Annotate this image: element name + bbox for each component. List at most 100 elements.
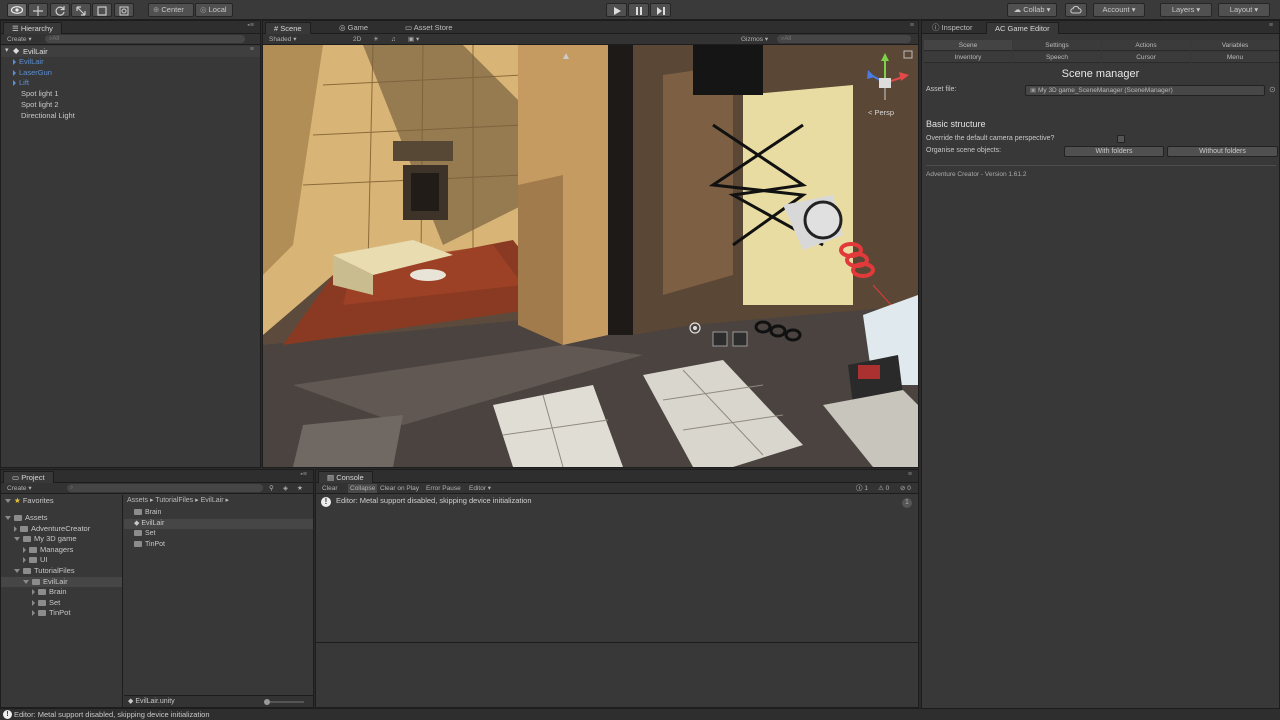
ac-nav-scene-tab[interactable]: Scene bbox=[924, 40, 1012, 51]
favorites-row[interactable]: ★ Favorites bbox=[1, 496, 122, 506]
project-tree-item[interactable]: TinPot bbox=[1, 608, 122, 618]
project-file-item[interactable]: TinPot bbox=[124, 540, 313, 550]
project-search-input[interactable]: ⌕ bbox=[67, 484, 263, 492]
gizmos-dropdown[interactable]: Gizmos ▾ bbox=[741, 35, 768, 44]
rotate-tool-button[interactable] bbox=[50, 3, 70, 17]
hierarchy-item[interactable]: Lift bbox=[1, 78, 260, 88]
breadcrumb-item[interactable]: EvilLair bbox=[201, 497, 224, 504]
error-count-toggle[interactable]: ⊘ 0 bbox=[900, 484, 911, 493]
ac-nav-variables-tab[interactable]: Variables bbox=[1191, 40, 1279, 51]
filter-type-icon[interactable]: ⚲ bbox=[269, 484, 274, 493]
project-tree-item[interactable]: Brain bbox=[1, 587, 122, 597]
effects-dropdown-icon[interactable]: ▣ ▾ bbox=[408, 35, 419, 44]
hierarchy-search-input[interactable]: ⌕All bbox=[45, 35, 245, 43]
icon-size-slider[interactable] bbox=[264, 699, 304, 705]
panel-menu-icon[interactable]: ≡ bbox=[908, 471, 912, 478]
tab-console[interactable]: ▤ Console bbox=[318, 471, 373, 483]
view-tool-button[interactable] bbox=[7, 3, 27, 17]
hierarchy-item[interactable]: LaserGun bbox=[1, 68, 260, 78]
ac-nav-actions-tab[interactable]: Actions bbox=[1102, 40, 1190, 51]
slider-knob[interactable] bbox=[264, 699, 270, 705]
hierarchy-scene-row[interactable]: ▾ ◆ EvilLair ≡ bbox=[1, 46, 260, 57]
project-tree-item[interactable]: EvilLair bbox=[1, 576, 122, 587]
hierarchy-item[interactable]: Spot light 1 bbox=[1, 89, 260, 99]
project-tree-item[interactable]: Managers bbox=[1, 545, 122, 555]
collab-dropdown[interactable]: ☁ Collab ▾ bbox=[1007, 3, 1057, 17]
breadcrumb-item[interactable]: TutorialFiles bbox=[155, 497, 193, 504]
hierarchy-create-dropdown[interactable]: Create ▾ bbox=[7, 35, 32, 44]
tab-scene[interactable]: # Scene bbox=[265, 22, 311, 34]
error-pause-toggle[interactable]: Error Pause bbox=[426, 484, 461, 493]
with-folders-button[interactable]: With folders bbox=[1064, 146, 1164, 157]
fold-icon[interactable] bbox=[14, 569, 20, 574]
fold-icon[interactable] bbox=[13, 69, 16, 76]
tab-project[interactable]: ▭ Project bbox=[3, 471, 54, 483]
rect-tool-button[interactable] bbox=[92, 3, 112, 17]
clear-on-play-toggle[interactable]: Clear on Play bbox=[380, 484, 419, 493]
fold-icon[interactable] bbox=[13, 59, 16, 66]
status-bar[interactable]: ! Editor: Metal support disabled, skippi… bbox=[0, 708, 1280, 720]
tab-game[interactable]: ◎ Game bbox=[331, 22, 376, 34]
fold-icon[interactable] bbox=[23, 579, 29, 584]
step-button[interactable] bbox=[650, 3, 671, 17]
ac-nav-cursor-tab[interactable]: Cursor bbox=[1102, 52, 1190, 63]
ac-nav-settings-tab[interactable]: Settings bbox=[1013, 40, 1101, 51]
console-splitter[interactable] bbox=[316, 642, 918, 643]
persp-label[interactable]: < Persp bbox=[868, 108, 894, 117]
shading-mode-dropdown[interactable]: Shaded ▾ bbox=[269, 35, 297, 44]
fold-icon[interactable] bbox=[32, 610, 35, 617]
object-picker-icon[interactable]: ⊙ bbox=[1269, 85, 1276, 94]
asset-file-field[interactable]: ▣ My 3D game_SceneManager (SceneManager) bbox=[1025, 85, 1265, 96]
ac-nav-inventory-tab[interactable]: Inventory bbox=[924, 52, 1012, 63]
tab-inspector[interactable]: ⓘ Inspector bbox=[924, 22, 980, 34]
fold-icon[interactable] bbox=[14, 537, 20, 542]
panel-menu-icon[interactable]: ▪≡ bbox=[300, 471, 307, 478]
ac-nav-speech-tab[interactable]: Speech bbox=[1013, 52, 1101, 63]
without-folders-button[interactable]: Without folders bbox=[1167, 146, 1278, 157]
space-toggle-button[interactable]: ◎ Local bbox=[195, 3, 233, 17]
fold-icon[interactable] bbox=[14, 525, 17, 532]
project-file-item[interactable]: ◆ EvilLair bbox=[124, 518, 313, 529]
project-file-item[interactable]: Brain bbox=[124, 508, 313, 518]
panel-menu-icon[interactable]: ≡ bbox=[910, 22, 914, 29]
warning-count-toggle[interactable]: ⚠ 0 bbox=[878, 484, 889, 493]
project-tree-item[interactable]: My 3D game bbox=[1, 534, 122, 544]
project-tree-item[interactable]: Set bbox=[1, 598, 122, 608]
filter-label-icon[interactable]: ◈ bbox=[283, 484, 288, 493]
2d-toggle[interactable]: 2D bbox=[353, 35, 361, 44]
collapse-toggle[interactable]: Collapse bbox=[348, 484, 378, 493]
override-checkbox[interactable] bbox=[1117, 135, 1125, 143]
scale-tool-button[interactable] bbox=[71, 3, 91, 17]
move-tool-button[interactable] bbox=[28, 3, 48, 17]
favorite-star-icon[interactable]: ★ bbox=[297, 484, 303, 493]
breadcrumb-item[interactable]: Assets bbox=[127, 497, 148, 504]
hierarchy-item[interactable]: Directional Light bbox=[1, 111, 260, 121]
project-file-item[interactable]: Set bbox=[124, 529, 313, 539]
account-dropdown[interactable]: Account ▾ bbox=[1093, 3, 1145, 17]
tab-ac-game-editor[interactable]: AC Game Editor bbox=[986, 22, 1059, 34]
layers-dropdown[interactable]: Layers ▾ bbox=[1160, 3, 1212, 17]
clear-button[interactable]: Clear bbox=[322, 484, 338, 493]
project-tree-item[interactable]: UI bbox=[1, 555, 122, 565]
project-tree-item[interactable]: Assets bbox=[1, 513, 122, 523]
log-count-toggle[interactable]: ⓘ 1 bbox=[856, 484, 868, 493]
project-tree-item[interactable]: TutorialFiles bbox=[1, 566, 122, 576]
layout-dropdown[interactable]: Layout ▾ bbox=[1218, 3, 1270, 17]
fold-icon[interactable] bbox=[13, 80, 16, 87]
scene-search-input[interactable]: ⌕All bbox=[777, 35, 911, 43]
panel-menu-icon[interactable]: ≡ bbox=[1269, 22, 1273, 29]
fold-icon[interactable] bbox=[32, 589, 35, 596]
panel-menu-icon[interactable]: ▪≡ bbox=[247, 22, 254, 29]
project-tree-item[interactable]: AdventureCreator bbox=[1, 524, 122, 534]
hierarchy-item[interactable]: Spot light 2 bbox=[1, 100, 260, 110]
cloud-button[interactable] bbox=[1065, 3, 1087, 17]
editor-dropdown[interactable]: Editor ▾ bbox=[469, 484, 491, 493]
tab-asset-store[interactable]: ▭ Asset Store bbox=[397, 22, 461, 34]
fold-icon[interactable] bbox=[23, 546, 26, 553]
scene-menu-icon[interactable]: ≡ bbox=[250, 46, 254, 53]
tab-hierarchy[interactable]: ☰ Hierarchy bbox=[3, 22, 62, 34]
fold-icon[interactable] bbox=[32, 599, 35, 606]
hierarchy-item[interactable]: EvilLair bbox=[1, 57, 260, 67]
fold-icon[interactable] bbox=[5, 516, 11, 521]
console-log-entry[interactable]: ! Editor: Metal support disabled, skippi… bbox=[316, 495, 918, 511]
